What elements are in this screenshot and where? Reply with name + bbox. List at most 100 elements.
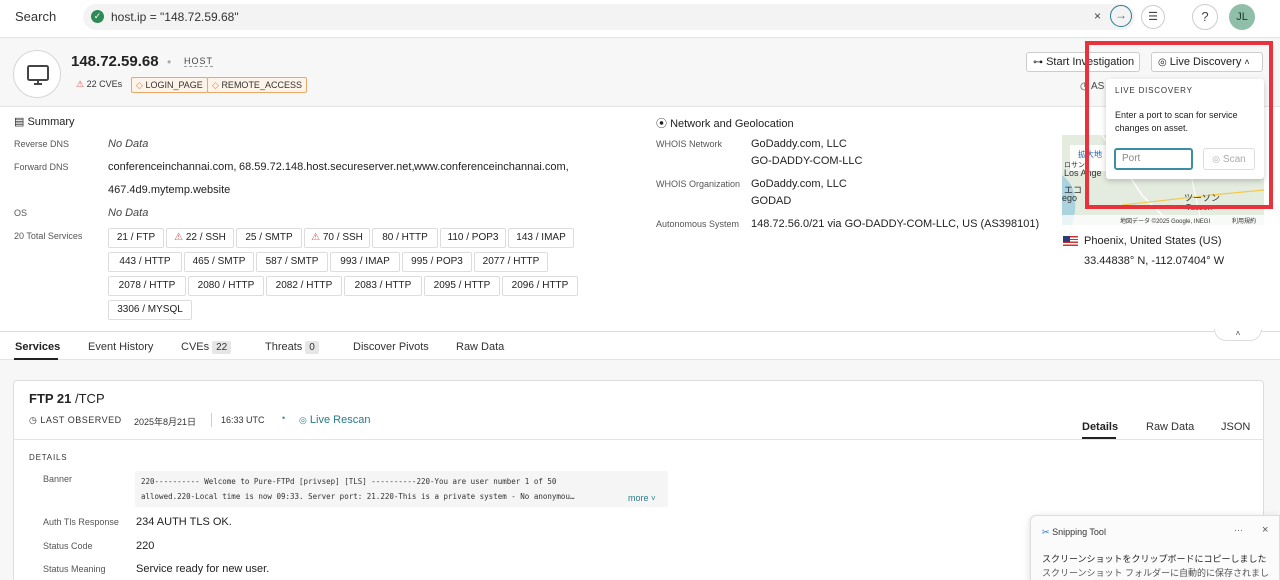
badge-label: REMOTE_ACCESS (221, 80, 302, 90)
tab-discover-pivots[interactable]: Discover Pivots (353, 341, 429, 353)
whois-network-value[interactable]: GoDaddy.com, LLC (751, 138, 847, 150)
tab-label: Raw Data (456, 341, 505, 353)
toast-close-button[interactable]: × (1262, 524, 1268, 536)
service-chip[interactable]: 587 / SMTP (256, 252, 328, 272)
avatar[interactable]: JL (1229, 4, 1255, 30)
live-rescan-link[interactable]: ◎ Live Rescan (299, 414, 370, 426)
service-chip-label: 25 / SMTP (245, 232, 293, 243)
tab-json[interactable]: JSON (1221, 421, 1250, 433)
service-chip-label: 2080 / HTTP (197, 280, 255, 291)
tab-label: Threats (265, 341, 303, 353)
service-chip[interactable]: 110 / POP3 (440, 228, 506, 248)
forward-dns-label: Forward DNS (14, 162, 69, 172)
os-label: OS (14, 208, 28, 218)
service-chip[interactable]: 21 / FTP (108, 228, 164, 248)
cve-badge-label: 22 CVEs (86, 79, 123, 89)
help-button[interactable]: ? (1192, 4, 1218, 30)
service-chip-label: 2082 / HTTP (275, 280, 333, 291)
warning-icon: ⚠ (311, 232, 321, 243)
whois-org-value[interactable]: GoDaddy.com, LLC (751, 178, 847, 190)
tab-services[interactable]: Services (15, 341, 60, 353)
service-chip-label: 2096 / HTTP (511, 280, 569, 291)
label-badge-login[interactable]: ◇ LOGIN_PAGE (131, 77, 208, 93)
collapse-summary-button[interactable]: ˄ (1214, 329, 1262, 341)
service-chip[interactable]: 995 / POP3 (402, 252, 472, 272)
service-chip[interactable]: 465 / SMTP (184, 252, 254, 272)
service-chip-label: 993 / IMAP (340, 256, 390, 267)
forward-dns-item[interactable]: 68.59.72.148.host.secureserver.net, (239, 161, 415, 173)
service-chip[interactable]: 2077 / HTTP (474, 252, 548, 272)
service-chip[interactable]: 2083 / HTTP (344, 276, 422, 296)
check-icon: ✓ (91, 10, 104, 23)
tag-icon: ◇ (136, 80, 143, 90)
chevron-up-icon: ˄ (1235, 329, 1241, 338)
location-pin-icon: ⦿ (656, 118, 667, 130)
auth-tls-value: 234 AUTH TLS OK. (136, 516, 232, 528)
search-submit-button[interactable]: → (1110, 5, 1132, 27)
more-link[interactable]: more ˅ (628, 493, 656, 503)
service-chip[interactable]: 143 / IMAP (508, 228, 574, 248)
toast-more-button[interactable]: ··· (1234, 525, 1243, 535)
service-chip[interactable]: 2080 / HTTP (188, 276, 264, 296)
toast-app-label: Snipping Tool (1052, 527, 1106, 537)
tab-raw-data[interactable]: Raw Data (1146, 421, 1194, 433)
label-badge-remote[interactable]: ◇ REMOTE_ACCESS (207, 77, 307, 93)
tab-cves[interactable]: CVEs 22 (181, 341, 232, 354)
service-title: FTP 21 /TCP (29, 391, 105, 406)
service-chip[interactable]: 3306 / MYSQL (108, 300, 192, 320)
service-chip-label: 70 / SSH (322, 232, 363, 243)
service-chip-label: 443 / HTTP (119, 256, 171, 267)
filter-icon[interactable]: ☰ (1141, 5, 1165, 29)
autonomous-system-value[interactable]: 148.72.56.0/21 via GO-DADDY-COM-LLC, US … (751, 218, 1039, 230)
service-chip[interactable]: ⚠ 22 / SSH (166, 228, 234, 248)
radar-icon: ◎ (299, 415, 307, 425)
last-observed-label: LAST OBSERVED (40, 415, 122, 425)
network-title-label: Network and Geolocation (670, 118, 794, 130)
reverse-dns-label: Reverse DNS (14, 139, 70, 149)
service-chip[interactable]: 80 / HTTP (372, 228, 438, 248)
tab-raw-data[interactable]: Raw Data (456, 341, 504, 353)
cve-badge[interactable]: ⚠ 22 CVEs (72, 77, 126, 93)
highlight-box (1085, 41, 1273, 209)
forward-dns-item[interactable]: www.conferenceinchannai.com, (414, 161, 569, 173)
service-chip[interactable]: ⚠ 70 / SSH (304, 228, 370, 248)
service-chip-label: 2077 / HTTP (482, 256, 540, 267)
forward-dns-item[interactable]: 467.4d9.mytemp.website (108, 184, 230, 196)
tab-count: 0 (305, 341, 319, 354)
service-chip[interactable]: 2082 / HTTP (266, 276, 342, 296)
service-title-proto: /TCP (71, 391, 105, 406)
whois-network-handle[interactable]: GO-DADDY-COM-LLC (751, 155, 862, 167)
status-meaning-label: Status Meaning (43, 564, 106, 574)
status-meaning-value: Service ready for new user. (136, 563, 270, 575)
tab-threats[interactable]: Threats 0 (265, 341, 319, 354)
service-chip-label: 22 / SSH (185, 232, 226, 243)
reverse-dns-value: No Data (108, 138, 149, 150)
service-chip[interactable]: 2095 / HTTP (424, 276, 500, 296)
tab-label: Event History (88, 341, 154, 353)
tab-details[interactable]: Details (1082, 421, 1118, 433)
service-chip-label: 995 / POP3 (411, 256, 463, 267)
banner-line: allowed.220-Local time is now 09:33. Ser… (141, 492, 575, 501)
divider (14, 439, 1264, 440)
warning-icon: ⚠ (174, 232, 184, 243)
summary-section-title: ▤ Summary (14, 115, 75, 128)
chevron-down-icon: ˅ (651, 494, 656, 503)
monitor-icon (27, 65, 49, 85)
search-query-text[interactable]: host.ip = "148.72.59.68" (111, 10, 239, 24)
warning-icon: ⚠ (76, 79, 85, 89)
tab-event-history[interactable]: Event History (88, 341, 153, 353)
whois-network-label: WHOIS Network (656, 139, 723, 149)
search-input[interactable] (83, 4, 1135, 30)
forward-dns-item[interactable]: conferenceinchannai.com, (108, 161, 236, 173)
host-type-tag[interactable]: HOST (184, 56, 214, 67)
map-terms-link[interactable]: 利用規約 (1232, 216, 1256, 225)
service-chip[interactable]: 443 / HTTP (108, 252, 182, 272)
service-chip[interactable]: 2096 / HTTP (502, 276, 578, 296)
service-chip[interactable]: 25 / SMTP (236, 228, 302, 248)
service-chip[interactable]: 2078 / HTTP (108, 276, 186, 296)
service-chip[interactable]: 993 / IMAP (330, 252, 400, 272)
auth-tls-label: Auth Tls Response (43, 517, 119, 527)
clear-search-button[interactable]: × (1094, 9, 1101, 23)
whois-org-handle[interactable]: GODAD (751, 195, 791, 207)
summary-title-label: Summary (27, 116, 75, 128)
